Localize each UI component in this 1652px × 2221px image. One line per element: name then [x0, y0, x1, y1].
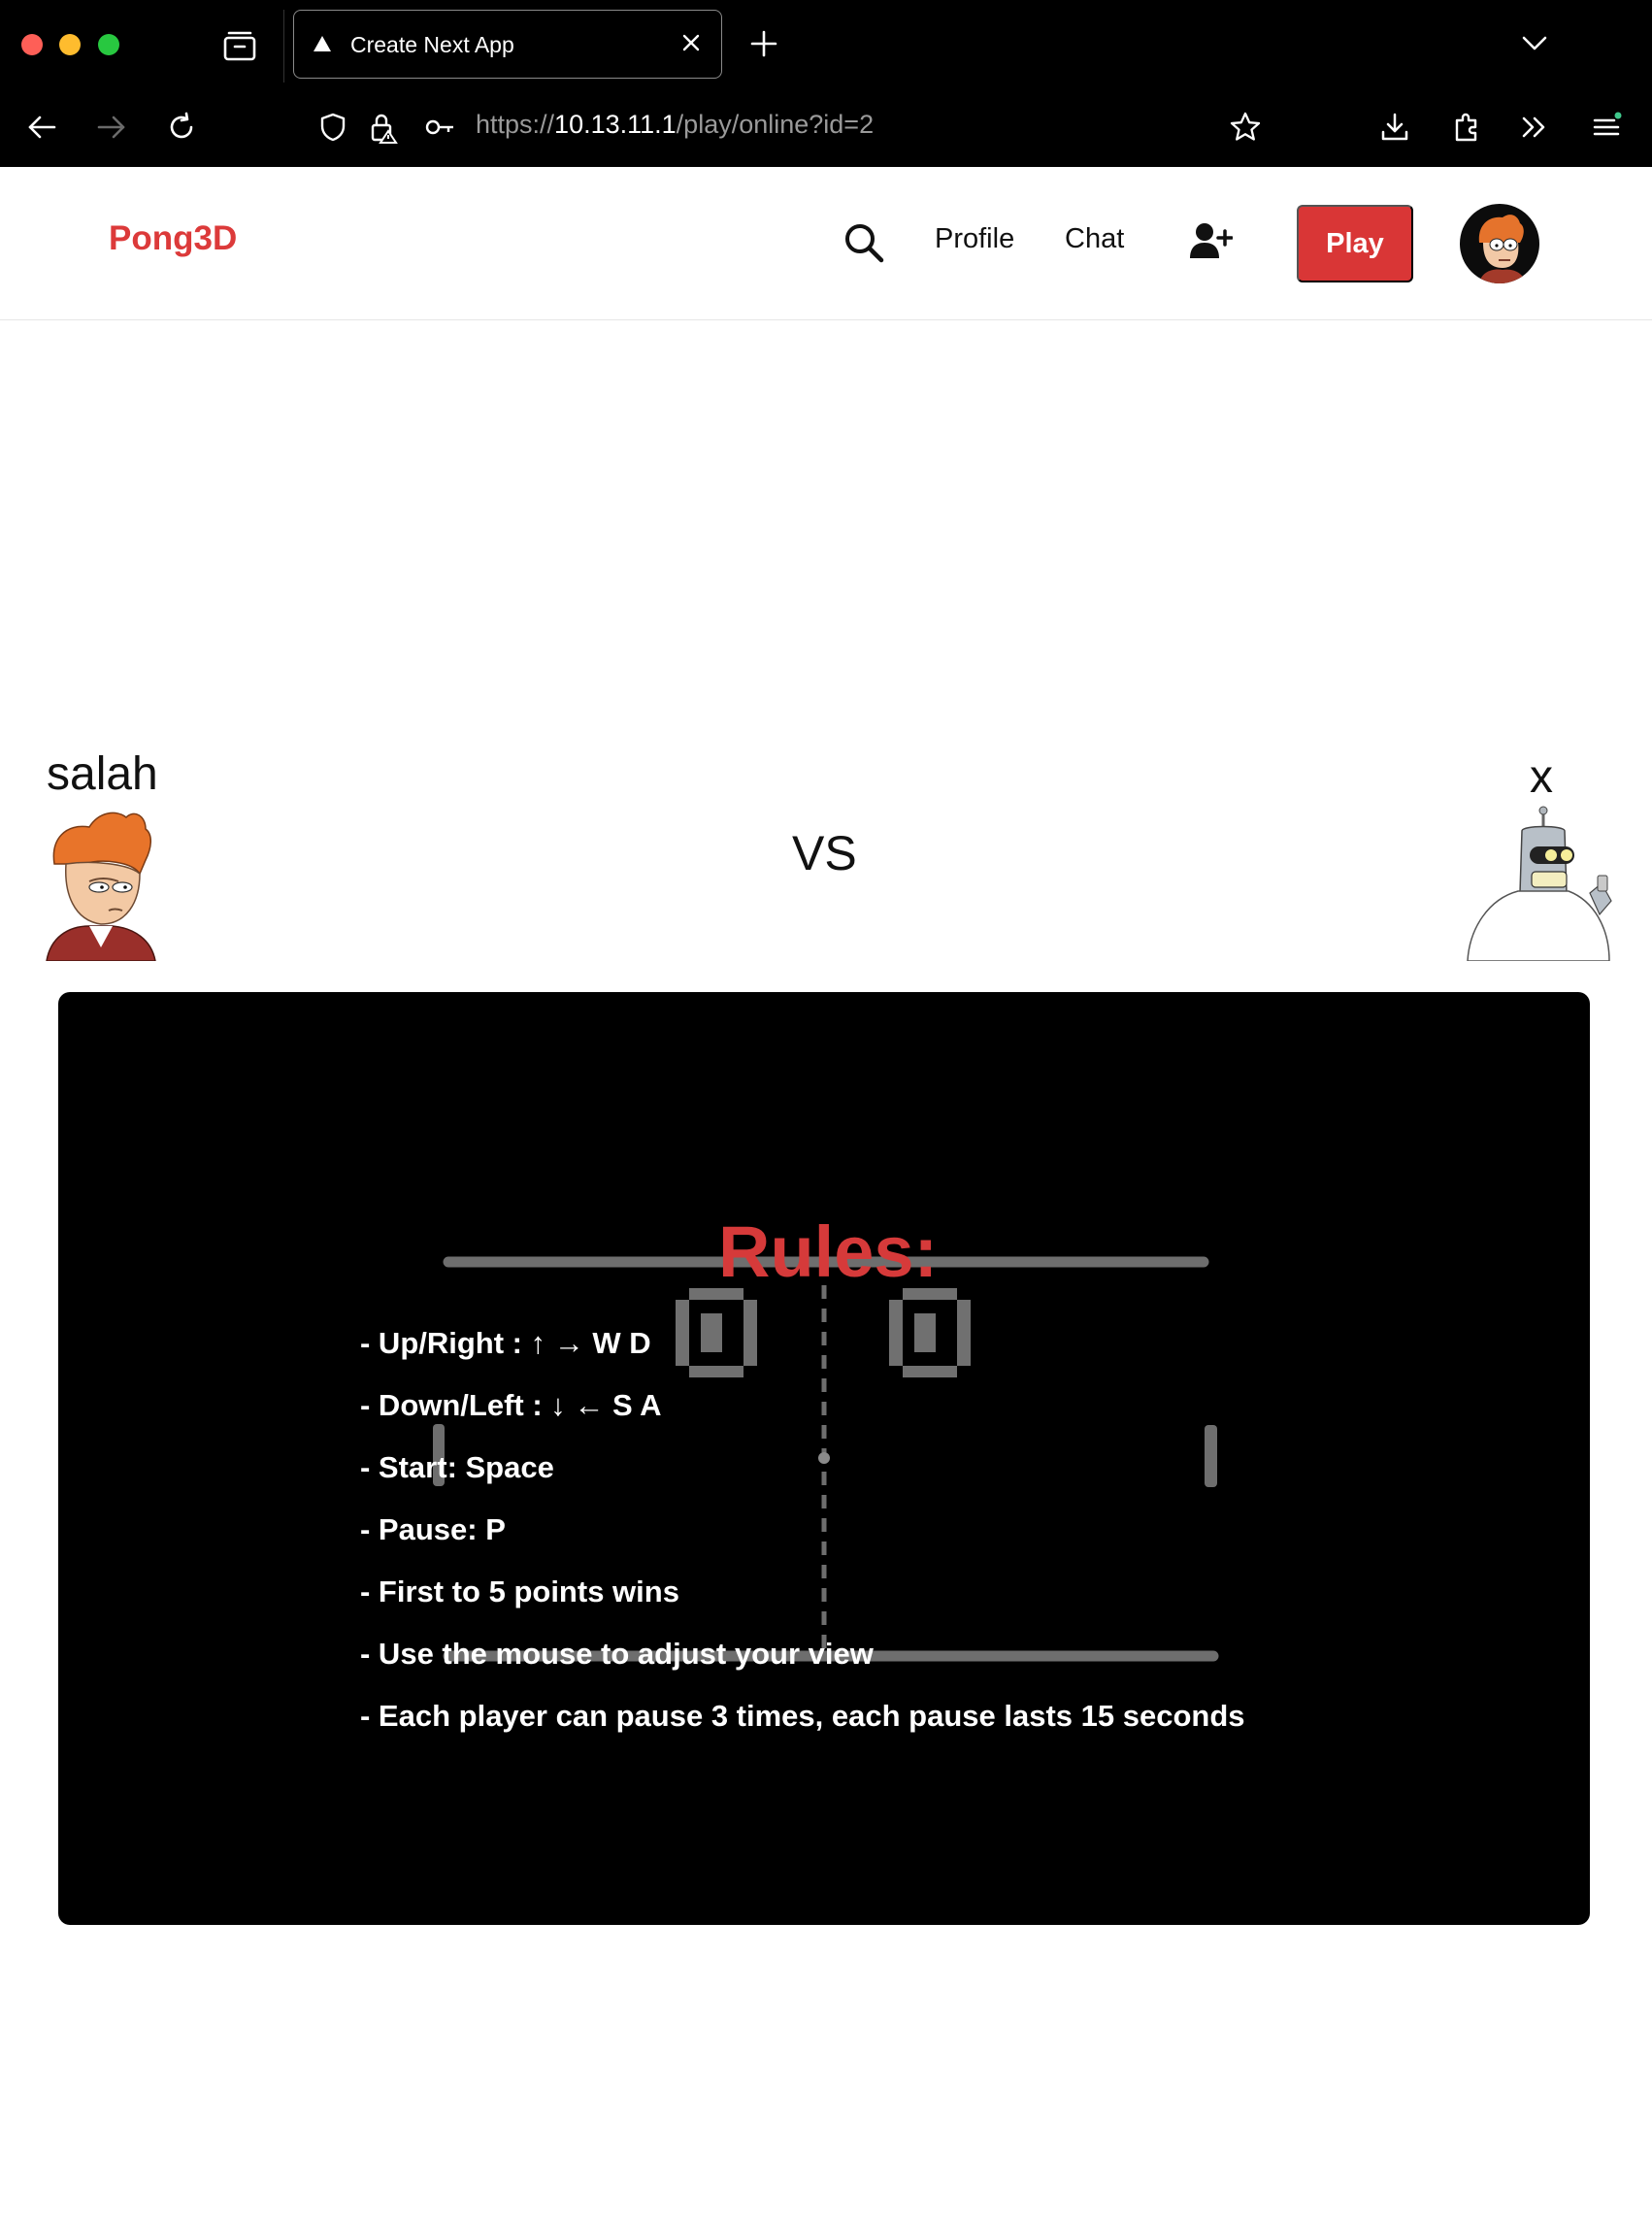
tab-separator	[283, 10, 284, 83]
more-tools-icon[interactable]	[1518, 111, 1551, 144]
rule-item: - Down/Left : ↓ ← S A	[360, 1388, 662, 1422]
window-zoom-button[interactable]	[98, 34, 119, 55]
new-tab-icon[interactable]	[747, 27, 780, 60]
back-icon[interactable]	[25, 111, 58, 144]
rules-title: Rules:	[718, 1211, 939, 1292]
url-path: /play/online?id=2	[676, 110, 875, 139]
fry-avatar-icon	[1478, 215, 1526, 283]
search-icon[interactable]	[843, 221, 885, 264]
rule-item: - First to 5 points wins	[360, 1575, 679, 1608]
shield-icon[interactable]	[316, 111, 349, 144]
browser-tab[interactable]: Create Next App	[293, 10, 722, 79]
download-icon[interactable]	[1378, 111, 1411, 144]
url-scheme: https://	[476, 110, 555, 139]
extensions-icon[interactable]	[1450, 111, 1483, 144]
player-left-name: salah	[47, 748, 158, 800]
vs-label: VS	[792, 826, 857, 880]
tab-close-icon[interactable]	[678, 30, 704, 55]
player-right-avatar	[1467, 806, 1612, 961]
browser-chrome: Create Next App https://10.13.11.1/play/…	[0, 0, 1652, 167]
menu-icon[interactable]	[1590, 111, 1623, 144]
logo[interactable]: Pong3D	[109, 219, 237, 258]
favicon-icon	[314, 36, 331, 51]
add-user-icon[interactable]	[1188, 221, 1233, 260]
rule-item: - Up/Right : ↑ → W D	[360, 1326, 651, 1360]
game-canvas[interactable]: Rules: - Up/Right : ↑ → W D - Down/Left …	[58, 992, 1590, 1925]
key-icon[interactable]	[423, 111, 456, 144]
url-host: 10.13.11.1	[554, 110, 677, 139]
player-left-avatar	[46, 812, 156, 961]
window-close-button[interactable]	[21, 34, 43, 55]
forward-icon[interactable]	[95, 111, 128, 144]
reload-icon[interactable]	[165, 111, 198, 144]
tab-title: Create Next App	[350, 32, 514, 57]
rule-item: - Pause: P	[360, 1512, 506, 1546]
nav-profile-link[interactable]: Profile	[935, 223, 1014, 255]
avatar[interactable]	[1460, 204, 1539, 283]
rule-item: - Each player can pause 3 times, each pa…	[360, 1699, 1245, 1733]
rule-item: - Start: Space	[360, 1450, 554, 1484]
tab-overview-icon[interactable]	[221, 29, 258, 62]
app-header: Pong3D Profile Chat Play	[0, 167, 1652, 320]
play-button[interactable]: Play	[1297, 205, 1413, 282]
player-right-name: x	[1530, 751, 1553, 803]
window-minimize-button[interactable]	[59, 34, 81, 55]
chevron-down-icon[interactable]	[1520, 31, 1549, 54]
bookmark-star-icon[interactable]	[1229, 111, 1262, 144]
url-bar[interactable]: https://10.13.11.1/play/online?id=2	[476, 110, 874, 140]
nav-chat-link[interactable]: Chat	[1065, 223, 1124, 255]
rules-list: - Up/Right : ↑ → W D - Down/Left : ↓ ← S…	[360, 1322, 1245, 1757]
lock-warning-icon[interactable]	[367, 111, 400, 144]
rule-item: - Use the mouse to adjust your view	[360, 1637, 874, 1671]
